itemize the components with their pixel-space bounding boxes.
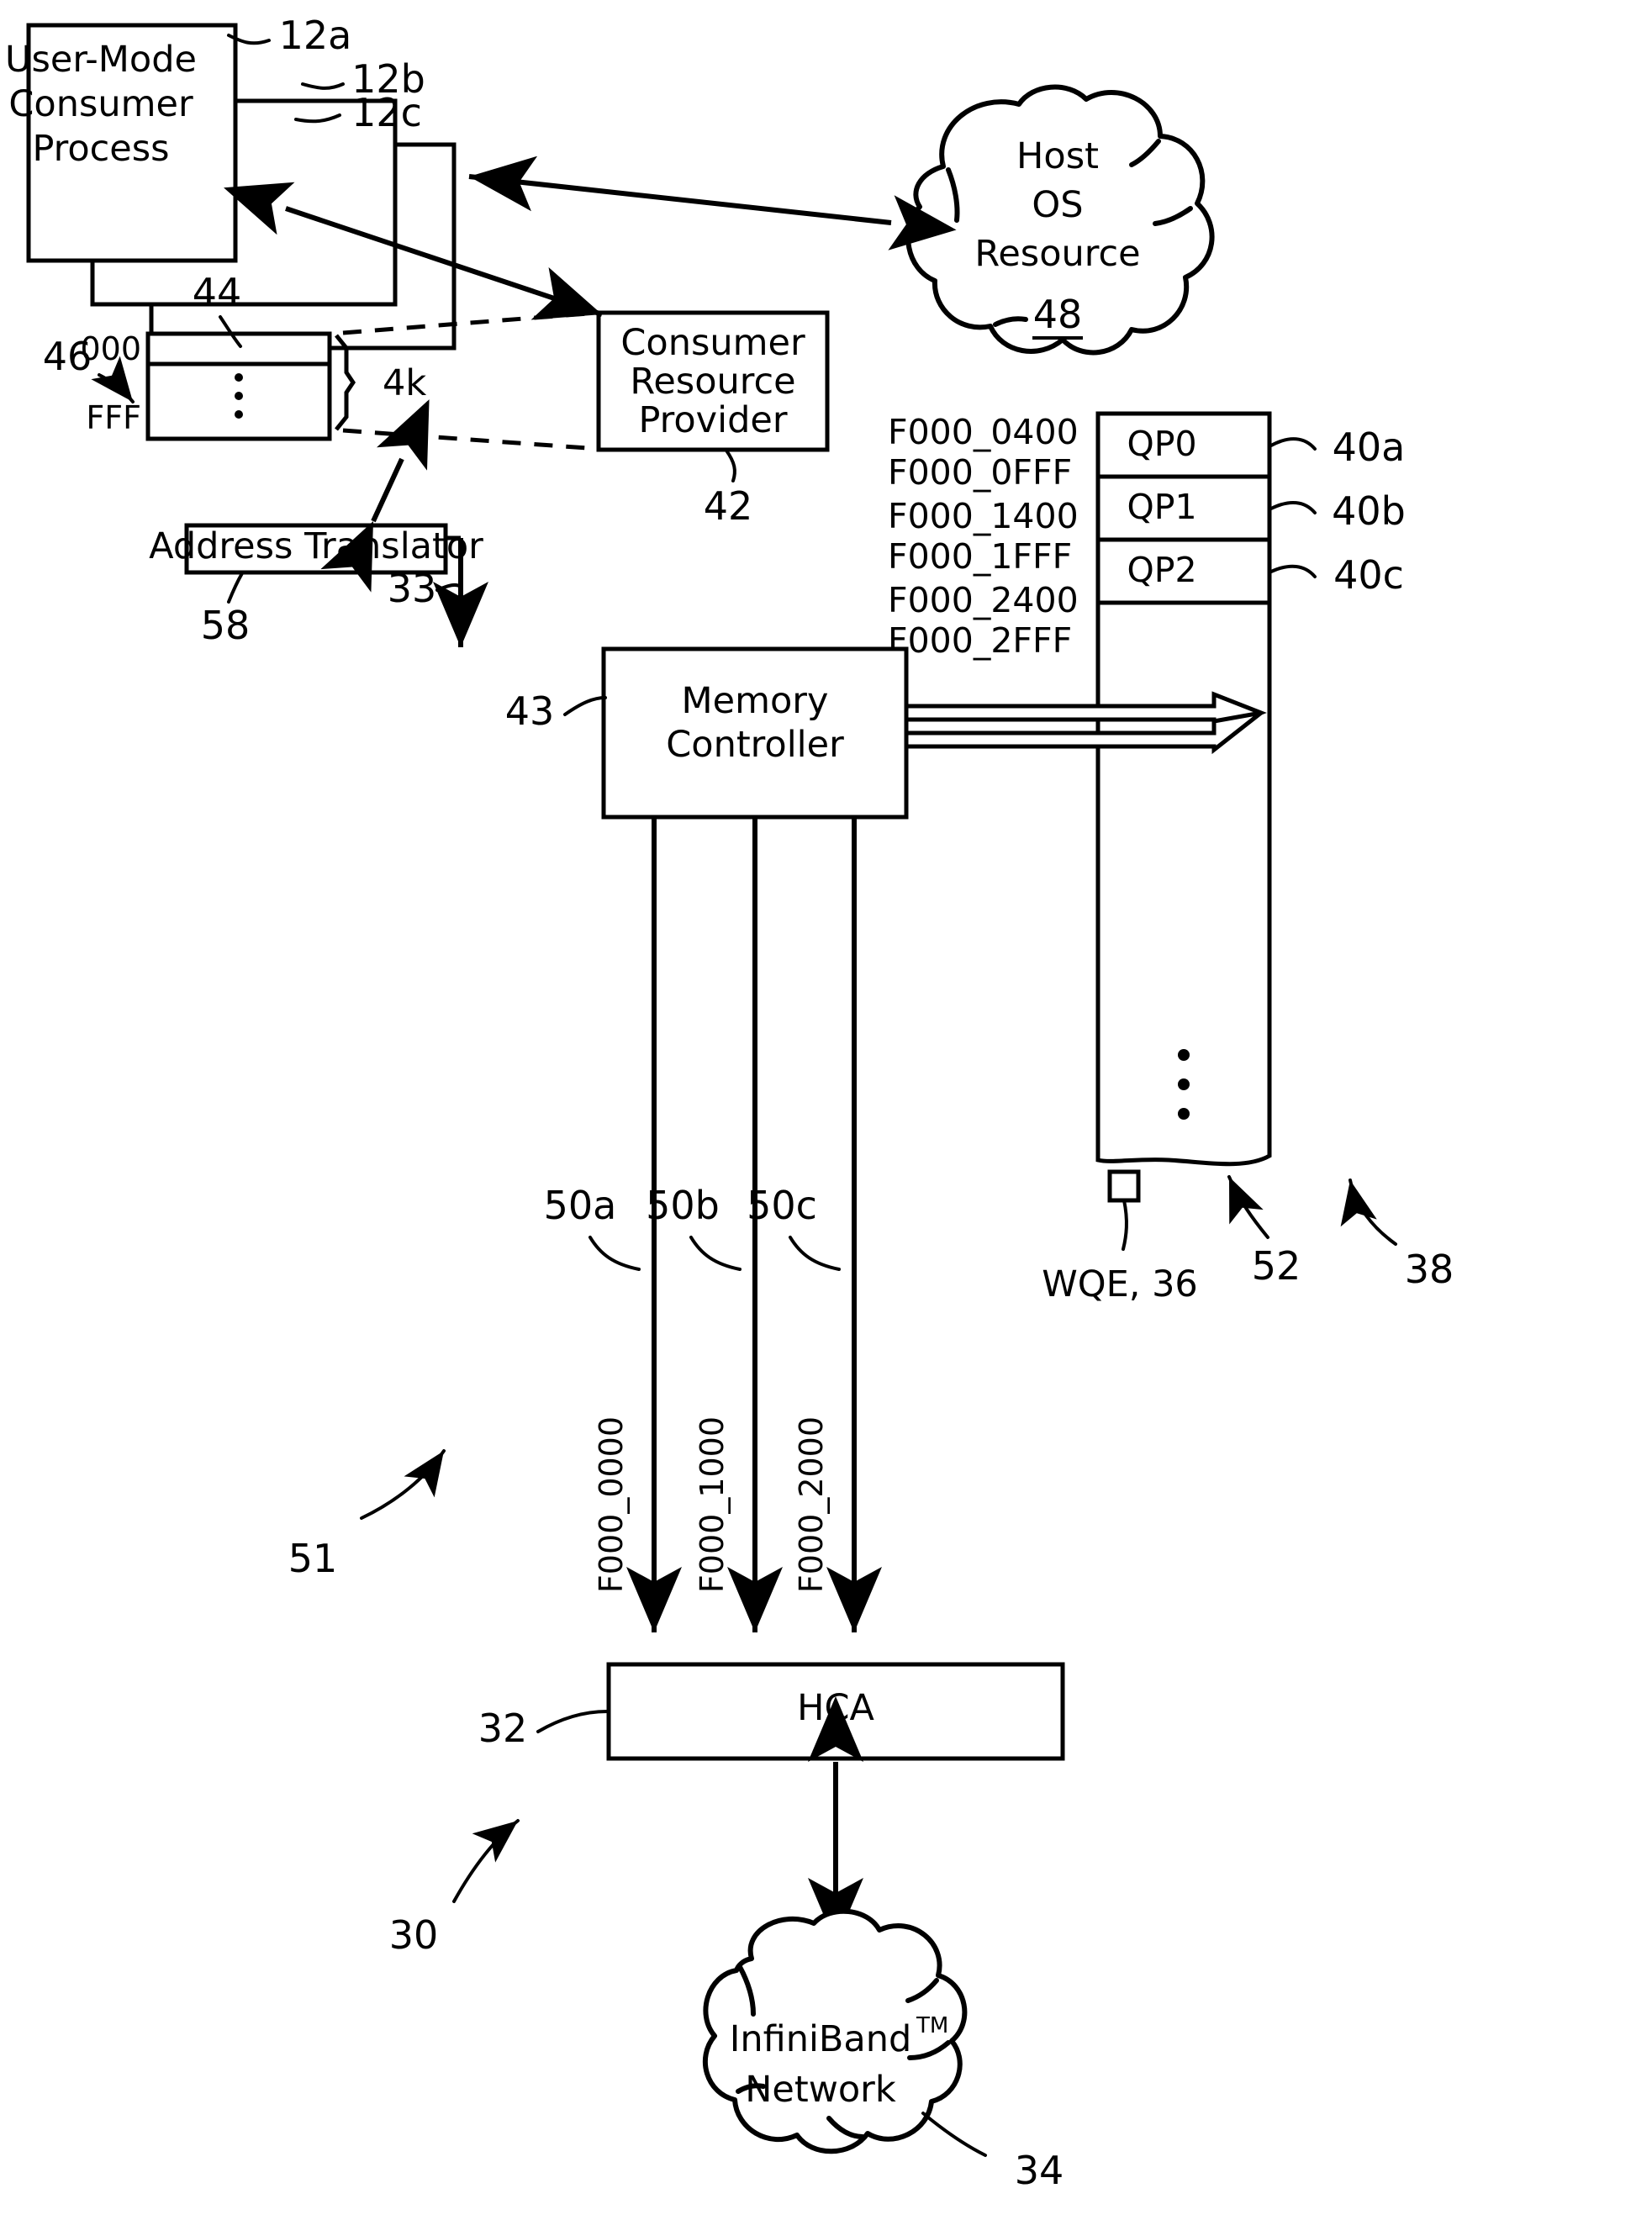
network-trademark: TM — [916, 2013, 948, 2038]
ref-leader-40a: 40a — [1269, 424, 1406, 470]
host-os-line2: OS — [1032, 184, 1083, 226]
ellipsis-dot — [235, 410, 243, 419]
arrow-hostos-to-process — [468, 156, 957, 250]
bus-address-a: F000_0000 — [593, 1416, 630, 1593]
patent-figure: User-Mode Consumer Process 12a 12b 12c H… — [0, 0, 1652, 2220]
ref-leader-58: 58 — [201, 572, 251, 648]
crp-line2: Resource — [630, 361, 795, 403]
ref-33: 33 — [388, 566, 437, 611]
host-os-resource-cloud: Host OS Resource 48 — [905, 84, 1215, 356]
ellipsis-dot — [1178, 1108, 1190, 1120]
memory-controller-line2: Controller — [666, 724, 844, 766]
qp-table: QP0 QP1 QP2 — [1095, 411, 1272, 1167]
qp-entry-label: QP1 — [1127, 487, 1196, 527]
ellipsis-dot — [235, 373, 243, 382]
qp-address: F000_0FFF — [888, 452, 1072, 493]
crp-line1: Consumer — [620, 322, 805, 364]
ref-58: 58 — [201, 603, 251, 648]
ref-leader-40c: 40c — [1269, 552, 1404, 598]
ellipsis-dot — [1178, 1078, 1190, 1090]
ref-30: 30 — [389, 1912, 439, 1958]
ref-40b: 40b — [1332, 488, 1406, 534]
qp-address: F000_2400 — [888, 580, 1079, 620]
ref-48: 48 — [1033, 292, 1083, 337]
ref-43: 43 — [505, 688, 555, 734]
bus-50b: 50b F000_1000 — [646, 817, 783, 1632]
ref-38: 38 — [1405, 1247, 1454, 1292]
ref-50c: 50c — [747, 1183, 817, 1228]
consumer-resource-provider-box: Consumer Resource Provider — [596, 310, 830, 452]
ref-leader-38: 38 — [1340, 1179, 1454, 1292]
ref-32: 32 — [478, 1706, 528, 1751]
ref-42: 42 — [704, 483, 753, 529]
ellipsis-dot — [235, 392, 243, 400]
ref-50b: 50b — [646, 1183, 720, 1228]
ref-51: 51 — [288, 1536, 338, 1581]
qp-entry-label: QP2 — [1127, 550, 1196, 590]
ellipsis-dot — [1178, 1049, 1190, 1061]
qp-address: F000_0400 — [888, 412, 1079, 452]
qp-address: F000_1400 — [888, 496, 1079, 536]
ref-leader-40b: 40b — [1269, 488, 1406, 534]
qp-entry-label: QP0 — [1127, 424, 1196, 464]
ref-leader-34: 34 — [921, 2112, 1064, 2193]
crp-line3: Provider — [638, 399, 787, 441]
ref-leader-43: 43 — [505, 688, 607, 734]
hca-label: HCA — [797, 1687, 874, 1729]
ref-leader-30: 30 — [389, 1819, 520, 1958]
ref-12c: 12c — [351, 90, 422, 135]
host-os-line3: Resource — [974, 233, 1140, 275]
network-line2: Network — [745, 2069, 896, 2111]
ref-leader-51: 51 — [288, 1449, 446, 1581]
qp-address: F000_1FFF — [888, 536, 1072, 577]
ref-40c: 40c — [1333, 552, 1404, 598]
bus-address-b: F000_1000 — [694, 1416, 731, 1593]
memory-controller-box: Memory Controller — [601, 646, 909, 820]
bus-50a: 50a F000_0000 — [544, 817, 682, 1632]
consumer-process-line2: Consumer — [8, 83, 193, 125]
page-table-bottom-addr: FFF — [86, 399, 141, 436]
consumer-process-line3: Process — [32, 128, 169, 170]
ref-leader-52: 52 — [1227, 1175, 1301, 1289]
hca-box: HCA — [606, 1662, 1065, 1761]
address-translator-label: Address Translator — [149, 525, 483, 567]
ref-40a: 40a — [1333, 424, 1406, 470]
ref-12a: 12a — [279, 13, 352, 58]
bus-50c: 50c F000_2000 — [747, 817, 882, 1632]
consumer-process-box-a: User-Mode Consumer Process — [5, 23, 238, 263]
bus-address-c: F000_2000 — [793, 1416, 830, 1593]
arrow-translator-to-crp — [320, 399, 430, 593]
ref-leader-42: 42 — [704, 449, 753, 529]
host-os-line1: Host — [1016, 135, 1099, 177]
wqe-square-icon: WQE, 36 — [1042, 1169, 1198, 1305]
ref-52: 52 — [1252, 1243, 1301, 1289]
memory-controller-line1: Memory — [682, 680, 829, 722]
consumer-process-line1: User-Mode — [5, 39, 197, 81]
qp-address: F000_2FFF — [888, 620, 1072, 661]
network-line1: InfiniBand — [730, 2018, 912, 2060]
page-size-label: 4k — [383, 362, 426, 404]
wqe-label: WQE, 36 — [1042, 1263, 1198, 1305]
qp-address-column: F000_0400 F000_0FFF F000_1400 F000_1FFF … — [888, 412, 1079, 661]
ref-leader-12a: 12a — [227, 13, 352, 58]
ref-34: 34 — [1015, 2148, 1064, 2193]
ref-50a: 50a — [544, 1183, 617, 1228]
ref-44: 44 — [193, 270, 242, 315]
ref-46: 46 — [43, 334, 92, 379]
ref-leader-32: 32 — [478, 1706, 609, 1751]
